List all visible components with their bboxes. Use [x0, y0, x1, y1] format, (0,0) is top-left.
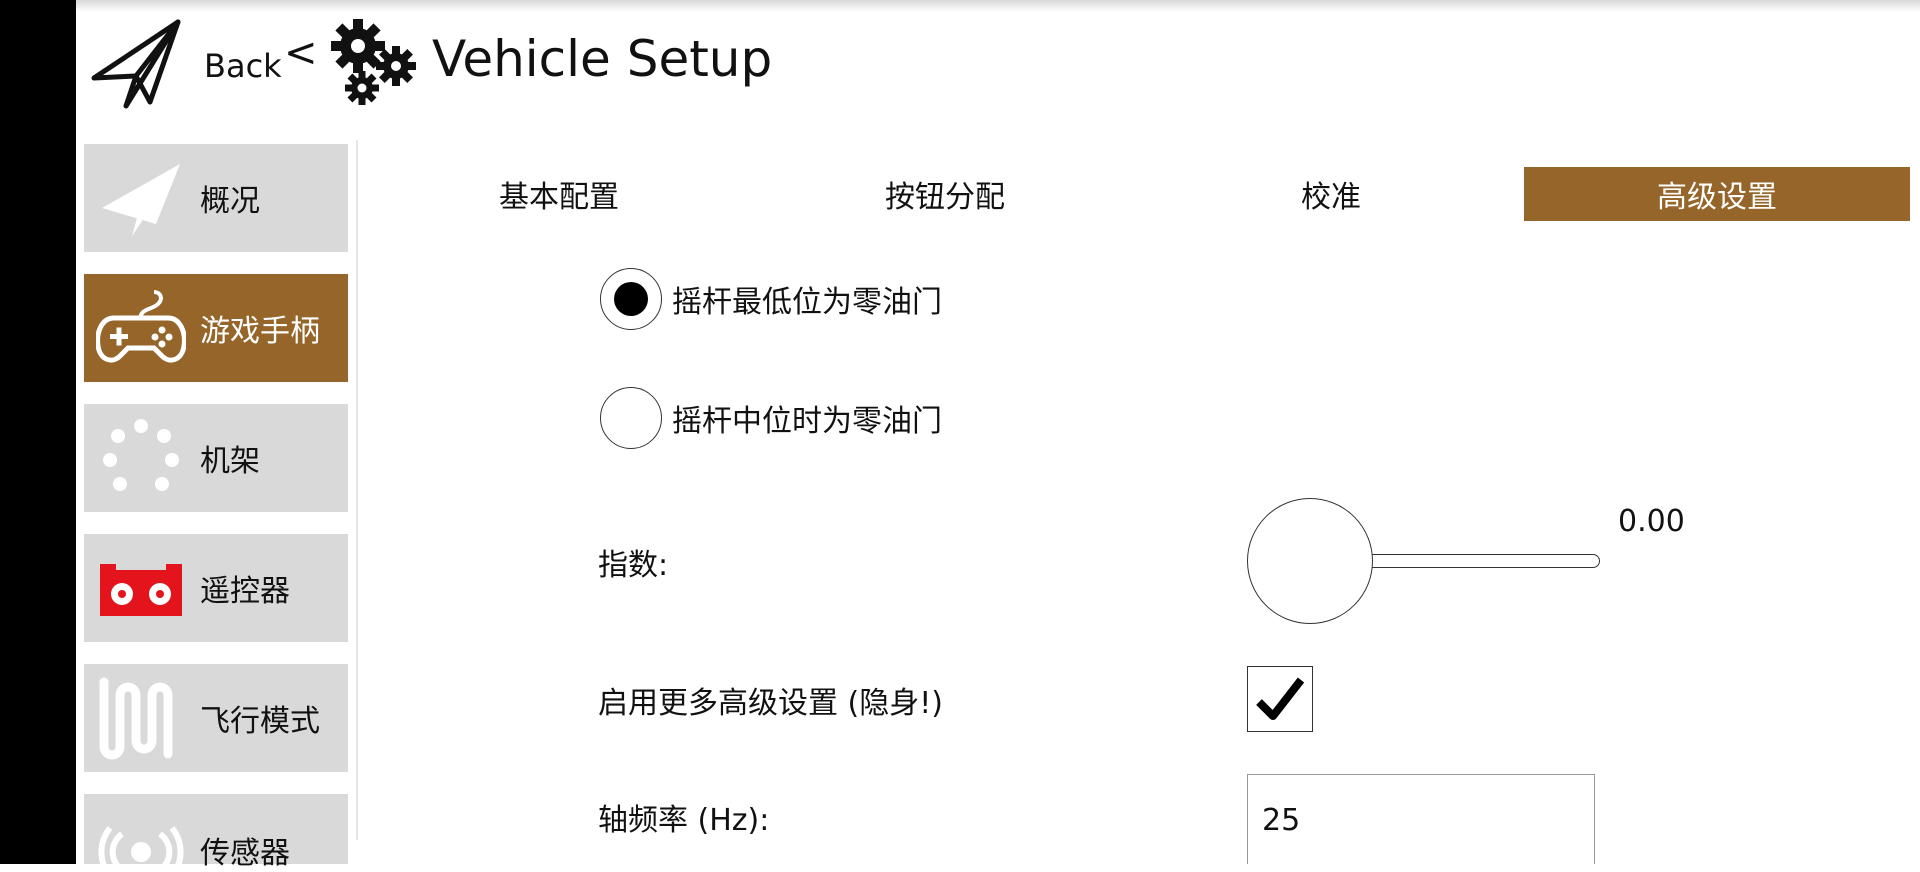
sidebar-item-label: 飞行模式 [200, 704, 320, 739]
throttle-mode-option-center-stick[interactable]: 摇杆中位时为零油门 [600, 387, 942, 449]
radio-selected-dot [614, 282, 648, 316]
tab-basic-config[interactable]: 基本配置 [366, 167, 752, 221]
page-title: Vehicle Setup [432, 30, 773, 88]
breadcrumb-separator: < [284, 30, 318, 76]
gamepad-icon [96, 283, 186, 373]
radio-label: 摇杆中位时为零油门 [672, 404, 942, 439]
sidebar-item-label: 概况 [200, 184, 260, 219]
throttle-mode-option-low-stick[interactable]: 摇杆最低位为零油门 [600, 268, 942, 330]
flight-mode-wave-icon [96, 673, 186, 763]
radio-label: 摇杆最低位为零油门 [672, 285, 942, 320]
sidebar-item-label: 机架 [200, 444, 260, 479]
tab-advanced-settings[interactable]: 高级设置 [1524, 167, 1910, 221]
exponent-slider-thumb[interactable] [1247, 498, 1373, 624]
exponent-label: 指数: [598, 548, 669, 583]
header: Back < Vehicle Setup [76, 0, 1920, 130]
advanced-settings-checkbox[interactable] [1247, 666, 1313, 732]
sidebar-item-label: 遥控器 [200, 574, 290, 609]
sidebar-item-joystick[interactable]: 游戏手柄 [84, 274, 348, 382]
tab-calibration[interactable]: 校准 [1138, 167, 1524, 221]
axis-frequency-input[interactable]: 25 [1247, 774, 1595, 864]
exponent-value: 0.00 [1618, 504, 1685, 539]
back-label: Back [204, 47, 282, 85]
gears-icon [326, 16, 422, 112]
sidebar-item-label: 传感器 [200, 836, 290, 871]
advanced-settings-label: 启用更多高级设置 (隐身!) [598, 686, 943, 721]
radio-button[interactable] [600, 387, 662, 449]
frame-dots-icon [96, 413, 186, 503]
paper-plane-icon [90, 18, 184, 114]
sidebar-item-label: 游戏手柄 [200, 314, 320, 349]
left-edge-bar [0, 0, 76, 864]
exponent-slider-track[interactable] [1360, 554, 1600, 568]
sidebar-item-airframe[interactable]: 机架 [84, 404, 348, 512]
sidebar-item-sensors[interactable]: 传感器 [84, 794, 348, 871]
checkmark-icon [1256, 677, 1305, 720]
radio-button[interactable] [600, 268, 662, 330]
sidebar-item-flight-modes[interactable]: 飞行模式 [84, 664, 348, 772]
back-button[interactable]: Back [90, 16, 282, 116]
axis-frequency-label: 轴频率 (Hz): [598, 803, 770, 838]
tab-button-assignment[interactable]: 按钮分配 [752, 167, 1138, 221]
paper-plane-icon [96, 153, 186, 243]
sidebar-item-radio[interactable]: 遥控器 [84, 534, 348, 642]
sidebar-divider [356, 140, 358, 840]
remote-controller-icon [96, 543, 186, 633]
sidebar-item-summary[interactable]: 概况 [84, 144, 348, 252]
sensor-icon [96, 794, 186, 870]
